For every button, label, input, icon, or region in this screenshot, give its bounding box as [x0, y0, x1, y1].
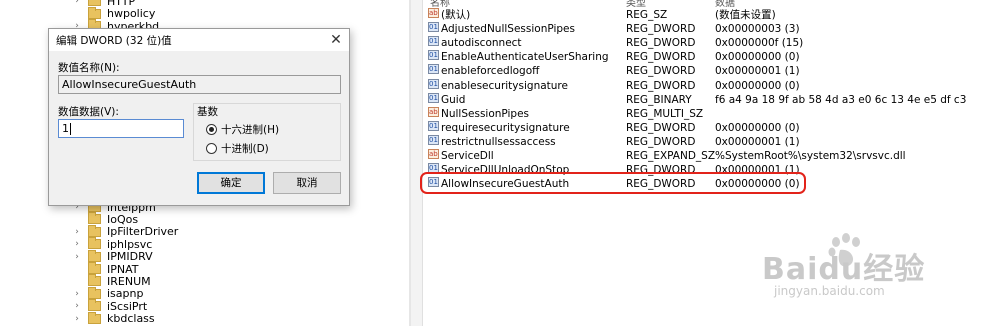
value-data: 0x00000003 (3) — [715, 23, 800, 36]
registry-value-row[interactable]: requiresecuritysignature REG_DWORD 0x00000… — [424, 119, 1000, 135]
value-name: EnableAuthenticateUserSharing — [441, 51, 609, 64]
value-type: REG_DWORD — [626, 65, 696, 78]
registry-value-row[interactable]: Guid REG_BINARY f6 a4 9a 18 9f ab 58 4d a3… — [424, 91, 1000, 107]
binary-value-icon — [428, 48, 439, 62]
value-data: 0x00000000 (0) — [715, 121, 800, 134]
folder-icon — [88, 224, 101, 237]
tree-scrollbar[interactable] — [411, 0, 423, 326]
value-data-label: 数值数据(V): — [58, 106, 119, 118]
registry-value-row[interactable]: EnableAuthenticateUserSharing REG_DWORD 0x… — [424, 48, 1000, 64]
folder-icon — [88, 274, 101, 287]
binary-value-icon — [428, 62, 439, 76]
binary-value-icon — [428, 20, 439, 34]
value-name: enablesecuritysignature — [441, 79, 568, 92]
text-caret — [70, 123, 71, 135]
value-name: NullSessionPipes — [441, 107, 530, 120]
value-type: REG_DWORD — [626, 23, 696, 36]
value-data-text: 1 — [62, 122, 69, 135]
value-data: 0x00000001 (1) — [715, 135, 800, 148]
chevron-right-icon[interactable]: › — [72, 252, 82, 262]
registry-value-row[interactable]: ServiceDll REG_EXPAND_SZ%SystemRoot%\syst… — [424, 147, 1000, 163]
binary-value-icon — [428, 91, 439, 105]
value-data: 0x0000000f (15) — [715, 37, 804, 50]
value-data-input[interactable]: 1 — [58, 119, 184, 138]
baidu-jingyan-watermark: Baidu经验 jingyan.baidu.com — [762, 230, 982, 310]
value-name: (默认) — [441, 9, 471, 21]
value-data: 0x00000001 (1) — [715, 65, 800, 78]
registry-value-row[interactable]: AdjustedNullSessionPipes REG_DWORD 0x00000… — [424, 20, 1000, 36]
watermark-brand: Baidu经验 — [762, 252, 926, 287]
dialog-title: 编辑 DWORD (32 位)值 — [56, 35, 172, 47]
registry-value-row[interactable]: autodisconnect REG_DWORD 0x0000000f (15) — [424, 34, 1000, 50]
radio-hexadecimal[interactable]: 十六进制(H) — [206, 122, 279, 137]
folder-icon — [88, 299, 101, 312]
list-header: 名称 类型 数据 — [424, 0, 1000, 9]
red-highlight-annotation — [420, 172, 806, 194]
value-name: ServiceDll — [441, 150, 494, 162]
value-type: REG_DWORD — [626, 121, 696, 134]
chevron-right-icon[interactable]: › — [72, 239, 82, 249]
value-name: restrictnullsessaccess — [441, 135, 556, 148]
value-type: REG_MULTI_SZ — [626, 107, 704, 120]
value-data: (数值未设置) — [715, 9, 776, 21]
value-name: enableforcedlogoff — [441, 65, 540, 78]
binary-value-icon — [428, 119, 439, 133]
string-value-icon — [428, 147, 439, 161]
radio-selected-icon — [206, 124, 217, 135]
cancel-button[interactable]: 取消 — [273, 172, 341, 194]
value-type: REG_DWORD — [626, 135, 696, 148]
folder-icon — [88, 212, 101, 225]
value-type: REG_EXPAND_SZ — [626, 150, 716, 162]
value-name: requiresecuritysignature — [441, 121, 570, 134]
binary-value-icon — [428, 77, 439, 91]
registry-value-row[interactable]: restrictnullsessaccess REG_DWORD 0x0000000… — [424, 133, 1000, 149]
value-data: %SystemRoot%\system32\srvsvc.dll — [715, 150, 906, 162]
value-name: AdjustedNullSessionPipes — [441, 23, 575, 36]
folder-icon — [88, 237, 101, 250]
folder-icon — [88, 249, 101, 262]
registry-value-row[interactable]: NullSessionPipes REG_MULTI_SZ — [424, 105, 1000, 121]
registry-value-row[interactable]: enableforcedlogoff REG_DWORD 0x00000001 (1… — [424, 62, 1000, 78]
value-name-field: AllowInsecureGuestAuth — [58, 75, 341, 94]
chevron-right-icon[interactable]: › — [72, 289, 82, 299]
string-value-icon — [428, 6, 439, 20]
chevron-right-icon[interactable]: › — [72, 301, 82, 311]
dialog-title-bar[interactable]: 编辑 DWORD (32 位)值 ✕ — [49, 29, 349, 51]
radio-decimal[interactable]: 十进制(D) — [206, 141, 269, 156]
value-type: REG_DWORD — [626, 51, 696, 64]
chevron-right-icon[interactable]: › — [72, 314, 82, 324]
radio-unselected-icon — [206, 143, 217, 154]
binary-value-icon — [428, 133, 439, 147]
edit-dword-dialog: 编辑 DWORD (32 位)值 ✕ 数值名称(N): AllowInsecur… — [48, 28, 350, 206]
value-type: REG_SZ — [626, 9, 668, 21]
folder-icon — [88, 311, 101, 324]
ok-button[interactable]: 确定 — [197, 172, 265, 194]
radio-dec-label: 十进制(D) — [221, 143, 269, 155]
value-type: REG_DWORD — [626, 37, 696, 50]
folder-icon — [88, 6, 101, 19]
registry-value-row[interactable]: enablesecuritysignature REG_DWORD 0x000000… — [424, 77, 1000, 93]
watermark-url: jingyan.baidu.com — [774, 284, 885, 298]
value-name: Guid — [441, 93, 466, 106]
value-data: 0x00000000 (0) — [715, 79, 800, 92]
value-type: REG_DWORD — [626, 79, 696, 92]
value-name-label: 数值名称(N): — [58, 62, 120, 74]
radio-hex-label: 十六进制(H) — [221, 124, 280, 136]
value-data: f6 a4 9a 18 9f ab 58 4d a3 e0 6c 13 4e e… — [715, 93, 967, 106]
value-type: REG_BINARY — [626, 93, 692, 106]
string-value-icon — [428, 105, 439, 119]
value-name: autodisconnect — [441, 37, 522, 50]
value-data: 0x00000000 (0) — [715, 51, 800, 64]
tree-item[interactable]: › kbdclass — [72, 311, 155, 326]
folder-icon — [88, 286, 101, 299]
chevron-right-icon[interactable]: › — [72, 0, 82, 6]
close-icon[interactable]: ✕ — [327, 31, 345, 49]
folder-icon — [88, 262, 101, 274]
binary-value-icon — [428, 34, 439, 48]
chevron-right-icon[interactable]: › — [72, 227, 82, 237]
registry-value-row[interactable]: (默认) REG_SZ (数值未设置) — [424, 6, 1000, 22]
tree-item-label: kbdclass — [107, 312, 155, 326]
folder-icon — [88, 0, 101, 6]
